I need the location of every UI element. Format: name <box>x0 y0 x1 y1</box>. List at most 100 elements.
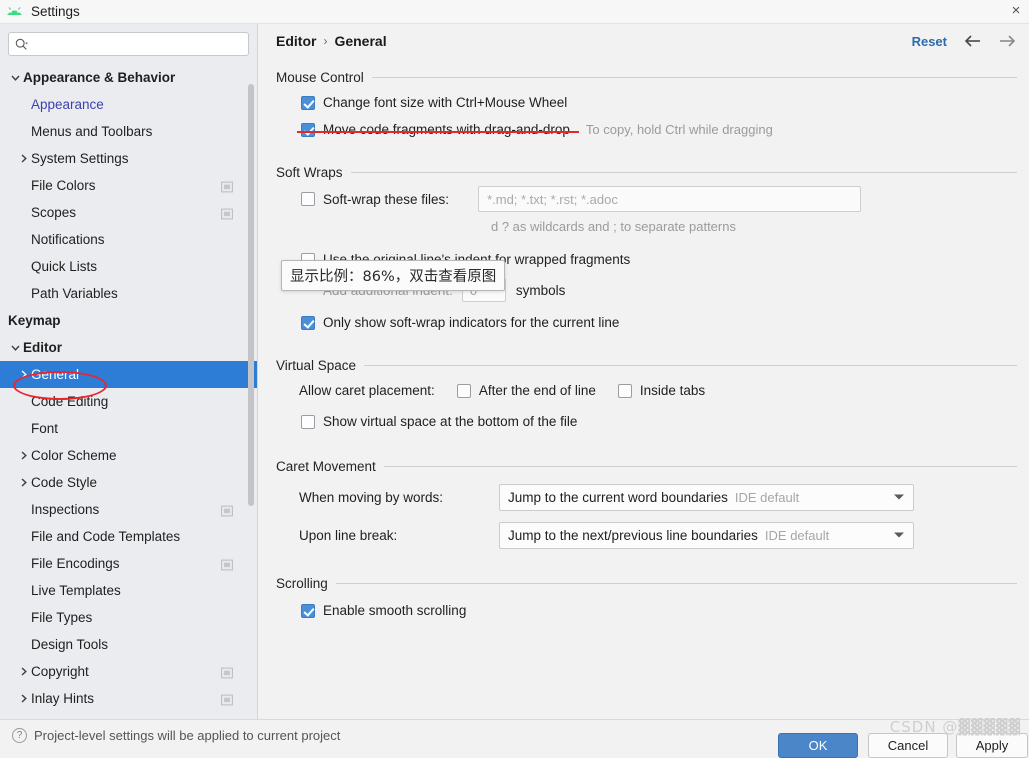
project-scope-badge-icon <box>221 180 233 192</box>
chevron-right-icon[interactable] <box>16 153 31 164</box>
sidebar-item-menus-and-toolbars[interactable]: Menus and Toolbars <box>0 118 257 145</box>
sidebar-item-label: Design Tools <box>31 637 109 652</box>
footer-note-text: Project-level settings will be applied t… <box>34 728 341 743</box>
checkbox-soft-wrap-files[interactable] <box>301 192 315 206</box>
sidebar-item-label: Keymap <box>8 313 61 328</box>
arrow-right-icon[interactable] <box>997 33 1017 49</box>
checkbox-row-change-font-size[interactable]: Change font size with Ctrl+Mouse Wheel <box>301 89 1017 116</box>
sidebar-item-design-tools[interactable]: Design Tools <box>0 631 257 658</box>
sidebar-item-scopes[interactable]: Scopes <box>0 199 257 226</box>
chevron-down-icon[interactable] <box>8 72 23 83</box>
section-scrolling: Scrolling Enable smooth scrolling <box>259 576 1029 624</box>
title-bar: Settings × <box>0 0 1029 24</box>
arrow-left-icon[interactable] <box>963 33 983 49</box>
sidebar-item-system-settings[interactable]: System Settings <box>0 145 257 172</box>
chevron-right-icon[interactable] <box>16 693 31 704</box>
zoom-ratio-tooltip: 显示比例：86%，双击查看原图 <box>281 260 506 291</box>
label-after-end-of-line: After the end of line <box>478 383 596 398</box>
project-scope-badge-icon <box>221 666 233 678</box>
search-input[interactable] <box>32 35 242 53</box>
breadcrumb-leaf: General <box>334 33 387 49</box>
row-show-virtual-space[interactable]: Show virtual space at the bottom of the … <box>301 408 1017 435</box>
label-when-moving-by-words: When moving by words: <box>299 489 444 505</box>
sidebar-item-label: Quick Lists <box>31 259 98 274</box>
project-scope-badge-icon <box>221 558 233 570</box>
sidebar-item-file-and-code-templates[interactable]: File and Code Templates <box>0 523 257 550</box>
sidebar-item-file-encodings[interactable]: File Encodings <box>0 550 257 577</box>
chevron-right-icon[interactable] <box>16 666 31 677</box>
sidebar-item-font[interactable]: Font <box>0 415 257 442</box>
section-virtual-space: Virtual Space Allow caret placement: Aft… <box>259 358 1029 435</box>
section-divider <box>364 365 1017 366</box>
sidebar-item-path-variables[interactable]: Path Variables <box>0 280 257 307</box>
sidebar-item-editor[interactable]: Editor <box>0 334 257 361</box>
sidebar-item-appearance-behavior[interactable]: Appearance & Behavior <box>0 64 257 91</box>
section-title-virtual-space: Virtual Space <box>276 358 357 373</box>
soft-wrap-files-input[interactable]: *.md; *.txt; *.rst; *.adoc <box>478 186 862 212</box>
sidebar-item-label: Inspections <box>31 502 100 517</box>
question-mark-icon[interactable]: ? <box>12 728 27 743</box>
chevron-down-icon <box>894 532 904 538</box>
chevron-right-icon[interactable] <box>16 450 31 461</box>
row-smooth-scrolling[interactable]: Enable smooth scrolling <box>301 597 1017 624</box>
label-upon-line-break: Upon line break: <box>299 527 398 543</box>
sidebar-item-color-scheme[interactable]: Color Scheme <box>0 442 257 469</box>
checkbox-show-virtual-space[interactable] <box>301 414 315 429</box>
label-enable-smooth-scrolling: Enable smooth scrolling <box>323 603 467 618</box>
checkbox-only-show-indicators[interactable] <box>301 315 315 330</box>
section-header: Soft Wraps <box>276 165 1017 180</box>
annotation-ellipse <box>13 371 107 400</box>
android-studio-icon <box>6 4 23 19</box>
sidebar-item-keymap[interactable]: Keymap <box>0 307 257 334</box>
combo-value: Jump to the next/previous line boundarie… <box>508 527 758 543</box>
sidebar-item-notifications[interactable]: Notifications <box>0 226 257 253</box>
chevron-down-icon[interactable] <box>8 342 23 353</box>
cancel-button[interactable]: Cancel <box>868 733 948 758</box>
sidebar-item-label: Inlay Hints <box>31 691 95 706</box>
sidebar-item-label: Appearance <box>31 97 104 112</box>
row-soft-wrap-files: Soft-wrap these files: *.md; *.txt; *.rs… <box>301 184 1017 214</box>
combo-default-suffix: IDE default <box>764 527 830 543</box>
hint-wildcards: d ? as wildcards and ; to separate patte… <box>491 218 736 234</box>
section-soft-wraps: Soft Wraps Soft-wrap these files: *.md; … <box>259 165 1029 336</box>
section-header: Mouse Control <box>276 70 1017 85</box>
sidebar-item-appearance[interactable]: Appearance <box>0 91 257 118</box>
ok-button[interactable]: OK <box>778 733 858 758</box>
sidebar-item-live-templates[interactable]: Live Templates <box>0 577 257 604</box>
label-inside-tabs: Inside tabs <box>639 383 706 398</box>
checkbox-after-end-of-line[interactable] <box>456 383 471 398</box>
sidebar-item-label: File and Code Templates <box>31 529 181 544</box>
sidebar-item-label: Path Variables <box>31 286 118 301</box>
label-show-virtual-space: Show virtual space at the bottom of the … <box>323 414 578 429</box>
breadcrumb-root[interactable]: Editor <box>276 33 316 49</box>
checkbox-inside-tabs[interactable] <box>617 383 632 398</box>
label-allow-caret-placement: Allow caret placement: <box>299 383 435 398</box>
sidebar-item-label: Font <box>31 421 59 436</box>
reset-button[interactable]: Reset <box>912 34 947 49</box>
checkbox-row-move-fragments[interactable]: Move code fragments with drag-and-drop T… <box>301 116 1017 143</box>
sidebar-item-file-colors[interactable]: File Colors <box>0 172 257 199</box>
breadcrumb-bar: Editor › General Reset <box>259 24 1029 58</box>
section-title-caret-movement: Caret Movement <box>276 459 376 474</box>
sidebar-scrollbar[interactable] <box>248 84 254 506</box>
sidebar-item-inspections[interactable]: Inspections <box>0 496 257 523</box>
search-box[interactable] <box>8 32 249 56</box>
checkbox-move-code-fragments[interactable] <box>301 122 315 137</box>
sidebar-item-label: File Colors <box>31 178 96 193</box>
sidebar-item-quick-lists[interactable]: Quick Lists <box>0 253 257 280</box>
sidebar-item-inlay-hints[interactable]: Inlay Hints <box>0 685 257 712</box>
sidebar-item-copyright[interactable]: Copyright <box>0 658 257 685</box>
close-icon[interactable]: × <box>1007 3 1025 19</box>
section-header: Virtual Space <box>276 358 1017 373</box>
sidebar-item-code-style[interactable]: Code Style <box>0 469 257 496</box>
combo-upon-line-break[interactable]: Jump to the next/previous line boundarie… <box>499 521 914 549</box>
checkbox-enable-smooth-scrolling[interactable] <box>301 603 315 618</box>
chevron-right-icon[interactable] <box>16 477 31 488</box>
sidebar-item-file-types[interactable]: File Types <box>0 604 257 631</box>
row-only-current-line[interactable]: Only show soft-wrap indicators for the c… <box>301 309 1017 336</box>
sidebar-item-label: Editor <box>23 340 62 355</box>
checkbox-change-font-size[interactable] <box>301 95 315 110</box>
sidebar-item-label: Menus and Toolbars <box>31 124 153 139</box>
combo-when-moving-by-words[interactable]: Jump to the current word boundaries IDE … <box>499 483 914 511</box>
apply-button[interactable]: Apply <box>956 733 1028 758</box>
